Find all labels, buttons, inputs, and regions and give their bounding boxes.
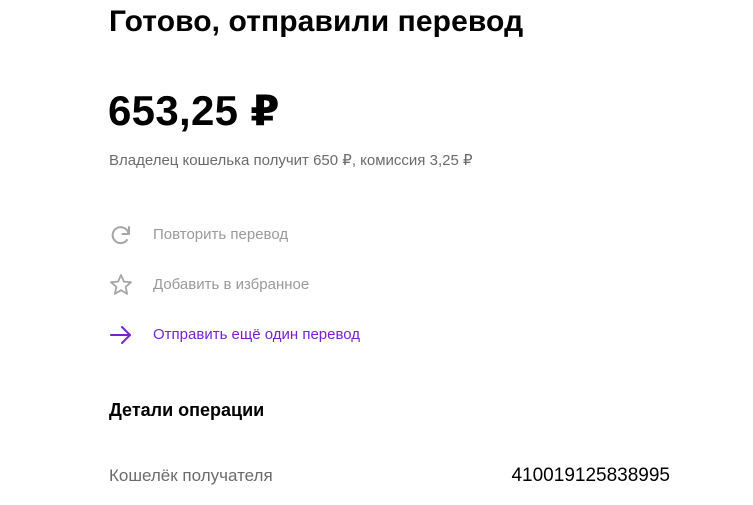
add-to-favorites-button[interactable]: Добавить в избранное <box>108 271 309 299</box>
repeat-transfer-button[interactable]: Повторить перевод <box>108 221 288 249</box>
detail-row-recipient-wallet: Кошелёк получателя 410019125838995 <box>109 464 670 488</box>
page-title: Готово, отправили перевод <box>109 5 524 38</box>
send-another-transfer-label: Отправить ещё один перевод <box>153 326 361 343</box>
refresh-icon <box>108 222 134 248</box>
send-another-transfer-link[interactable]: Отправить ещё один перевод <box>108 321 360 349</box>
transfer-amount: 653,25 ₽ <box>108 87 280 134</box>
operation-details-heading: Детали операции <box>109 400 265 420</box>
add-to-favorites-label: Добавить в избранное <box>153 276 310 293</box>
transfer-summary: Владелец кошелька получит 650 ₽, комисси… <box>109 152 473 169</box>
star-icon <box>108 272 134 298</box>
transfer-success-page: Готово, отправили перевод 653,25 ₽ Владе… <box>0 0 753 505</box>
recipient-wallet-label: Кошелёк получателя <box>109 466 273 485</box>
arrow-right-icon <box>108 322 134 348</box>
repeat-transfer-label: Повторить перевод <box>153 226 289 243</box>
recipient-wallet-number: 410019125838995 <box>511 465 670 486</box>
